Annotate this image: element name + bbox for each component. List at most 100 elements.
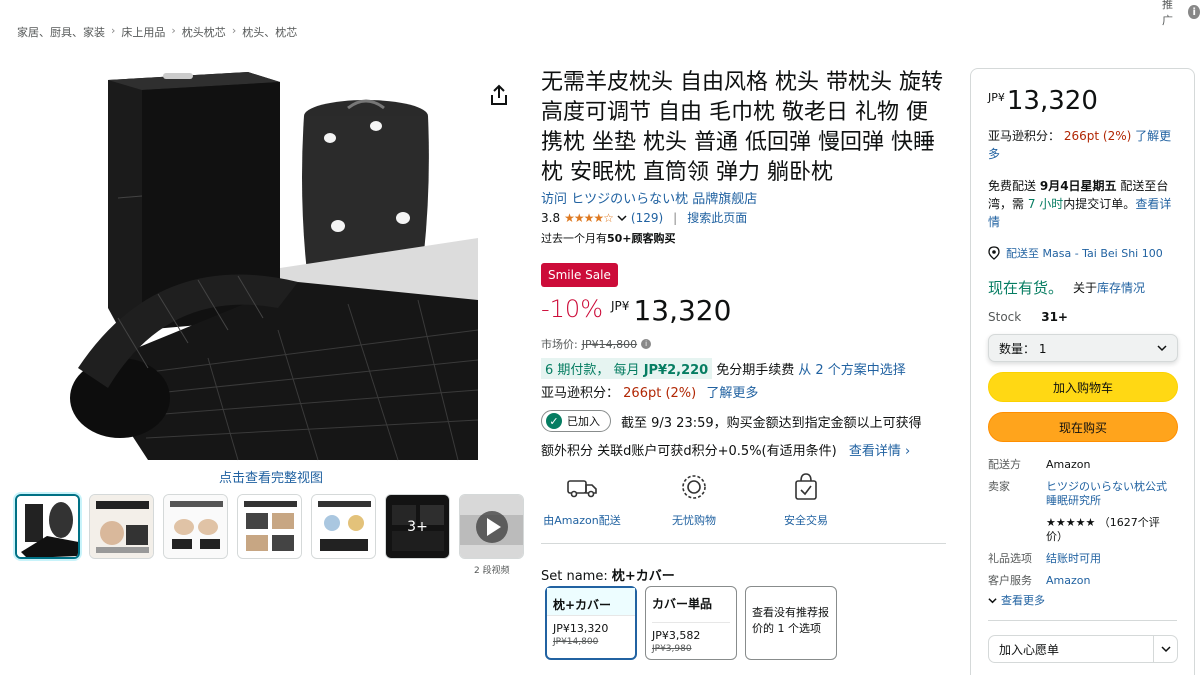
more-images-overlay[interactable]: 3+ xyxy=(386,495,449,558)
see-more-toggle[interactable]: 查看更多 xyxy=(988,592,1177,608)
breadcrumb-separator: › xyxy=(231,24,237,37)
detail-key-empty xyxy=(988,516,1046,544)
buybox-points: 亚马逊积分： 266pt (2%) 了解更多 xyxy=(988,127,1177,163)
bought-prefix: 过去一个月有 xyxy=(541,232,607,245)
chevron-down-icon xyxy=(1160,646,1171,653)
variation-option-pillow-cover[interactable]: 枕+カバー JP¥13,320 JP¥14,800 xyxy=(545,586,637,660)
breadcrumb-item-home[interactable]: 家居、厨具、家装 xyxy=(17,24,105,40)
buybox-price: JP¥ 13,320 xyxy=(988,87,1177,115)
wishlist-dropdown[interactable] xyxy=(1153,636,1177,662)
detail-key-service: 客户服务 xyxy=(988,574,1032,587)
brand-store-link[interactable]: 访问 ヒツジのいらない枕 品牌旗舰店 xyxy=(541,188,757,207)
campaign-text: 截至 9/3 23:59，购买金额达到指定金额以上可获得 xyxy=(621,415,922,431)
stock-label: Stock xyxy=(988,310,1022,324)
points-row: 亚马逊积分： 266pt (2%) 了解更多 xyxy=(541,382,758,401)
video-thumbnail[interactable] xyxy=(459,494,524,559)
list-price: 市场价: JP¥14,800 i xyxy=(541,336,652,352)
quantity-select[interactable]: 数量： 1 xyxy=(988,334,1178,362)
rating-value: 3.8 xyxy=(541,210,561,225)
delivery-info: 免费配送 9月4日星期五 配送至台湾，需 7 小时内提交订单。查看详情 xyxy=(988,177,1177,231)
main-product-image[interactable] xyxy=(58,68,479,463)
wishlist-label[interactable]: 加入心愿单 xyxy=(989,641,1153,658)
check-icon: ✓ xyxy=(546,413,562,429)
stock-info-link[interactable]: 库存情况 xyxy=(1097,281,1145,295)
variation-option-see-more[interactable]: 查看没有推荐报价的 1 个选项 xyxy=(745,586,837,660)
divider xyxy=(988,620,1177,621)
chevron-down-icon xyxy=(1157,345,1167,352)
chevron-down-icon xyxy=(988,597,997,603)
stock-count: Stock 31+ xyxy=(988,310,1177,324)
rating-row: 3.8 ★★★★☆ (129) | 搜索此页面 xyxy=(541,209,747,226)
divider xyxy=(541,543,946,544)
thumbnail-5[interactable] xyxy=(311,494,376,559)
badge-icon xyxy=(677,470,711,504)
search-page-link[interactable]: 搜索此页面 xyxy=(687,209,747,226)
discount-percent: -10% xyxy=(541,295,604,323)
ship-suffix: 内提交订单。 xyxy=(1063,197,1136,211)
quantity-label: 数量： 1 xyxy=(999,341,1047,356)
points-percent: (2%) xyxy=(665,386,697,401)
deliver-to-location[interactable]: 配送至 Masa - Tai Bei Shi 100 xyxy=(988,245,1177,261)
detail-value-ships-from: Amazon xyxy=(1046,458,1091,471)
info-icon[interactable]: i xyxy=(1188,5,1200,19)
thumbnail-strip: 3+ xyxy=(15,494,524,559)
ad-label: 推广 xyxy=(1162,0,1173,27)
detail-key-ships-from: 配送方 xyxy=(988,458,1021,471)
variation-option-cover-only[interactable]: カバー単品 JP¥3,582 JP¥3,980 xyxy=(645,586,737,660)
share-icon[interactable] xyxy=(488,84,510,106)
thumbnail-2[interactable] xyxy=(89,494,154,559)
thumbnail-4[interactable] xyxy=(237,494,302,559)
info-icon[interactable]: i xyxy=(641,339,652,349)
secure-bag-icon xyxy=(789,470,823,504)
star-rating-icon[interactable]: ★★★★☆ xyxy=(564,211,614,225)
feature-fulfilled-by-amazon[interactable]: 由Amazon配送 xyxy=(541,470,623,528)
option-name: カバー単品 xyxy=(652,595,730,623)
price-value: 13,320 xyxy=(633,294,732,327)
add-to-cart-button[interactable]: 加入购物车 xyxy=(988,372,1178,402)
extra-points-details-link[interactable]: 查看详情 › xyxy=(849,444,910,459)
buybox-currency: JP¥ xyxy=(988,91,1005,104)
thumbnail-1[interactable] xyxy=(15,494,80,559)
variation-options: 枕+カバー JP¥13,320 JP¥14,800 カバー単品 JP¥3,582… xyxy=(545,586,837,660)
feature-icons: 由Amazon配送 无忧购物 安全交易 xyxy=(541,470,847,528)
thumbnail-6-more[interactable]: 3+ xyxy=(385,494,450,559)
detail-key-gift: 礼品选项 xyxy=(988,552,1032,565)
buybox-points-label: 亚马逊积分： xyxy=(988,129,1061,143)
about-label: 关于 xyxy=(1073,281,1098,295)
installment-highlight: 6 期付款， 每月 JP¥2,220 xyxy=(541,358,713,379)
buybox-price-value: 13,320 xyxy=(1006,86,1098,116)
divider: | xyxy=(673,210,678,225)
buy-now-button[interactable]: 现在购买 xyxy=(988,412,1178,442)
see-more-label[interactable]: 查看更多 xyxy=(1001,592,1045,608)
installment-text: 6 期付款， 每月 xyxy=(545,363,640,378)
campaign-row: ✓ 已加入 截至 9/3 23:59，购买金额达到指定金额以上可获得 xyxy=(541,410,922,432)
view-full-image-link[interactable]: 点击查看完整视图 xyxy=(219,467,323,486)
seller-link[interactable]: ヒツジのいらない枕公式睡眠研究所 xyxy=(1046,480,1176,508)
thumbnail-3[interactable] xyxy=(163,494,228,559)
points-learn-more-link[interactable]: 了解更多 xyxy=(706,386,758,401)
gift-option-link[interactable]: 结账时可用 xyxy=(1046,552,1176,566)
availability: 现在有货。 关于库存情况 xyxy=(988,277,1177,298)
extra-points-text: 额外积分 关联d账户可获d积分+0.5%(有适用条件) xyxy=(541,444,837,459)
installment-options-link[interactable]: 从 2 个方案中选择 xyxy=(798,359,906,378)
chevron-down-icon[interactable] xyxy=(617,213,627,223)
list-price-label: 市场价: xyxy=(541,338,578,351)
feature-worry-free[interactable]: 无忧购物 xyxy=(653,470,735,528)
top-right-ad-label: 推广 i xyxy=(1162,0,1200,28)
points-value: 266pt xyxy=(623,386,662,401)
feature-label: 无忧购物 xyxy=(672,514,716,527)
review-count-link[interactable]: (129) xyxy=(631,211,663,225)
option-price: JP¥3,582 xyxy=(652,629,701,642)
customer-service-link[interactable]: Amazon xyxy=(1046,574,1176,588)
breadcrumb-item-bedding[interactable]: 床上用品 xyxy=(121,24,165,40)
deliver-to-text[interactable]: 配送至 Masa - Tai Bei Shi 100 xyxy=(1006,245,1163,261)
breadcrumb-item-pillow-core[interactable]: 枕头、枕芯 xyxy=(242,24,297,40)
add-to-wishlist-button[interactable]: 加入心愿单 xyxy=(988,635,1178,663)
breadcrumb-item-pillows[interactable]: 枕头枕芯 xyxy=(182,24,226,40)
set-name-label: Set name: 枕+カバー xyxy=(541,565,675,584)
option-price: JP¥13,320 xyxy=(553,622,609,635)
feature-secure-transaction[interactable]: 安全交易 xyxy=(765,470,847,528)
joined-badge[interactable]: ✓ 已加入 xyxy=(541,410,611,432)
breadcrumb-separator: › xyxy=(111,24,116,37)
stock-value: 31+ xyxy=(1041,310,1068,324)
